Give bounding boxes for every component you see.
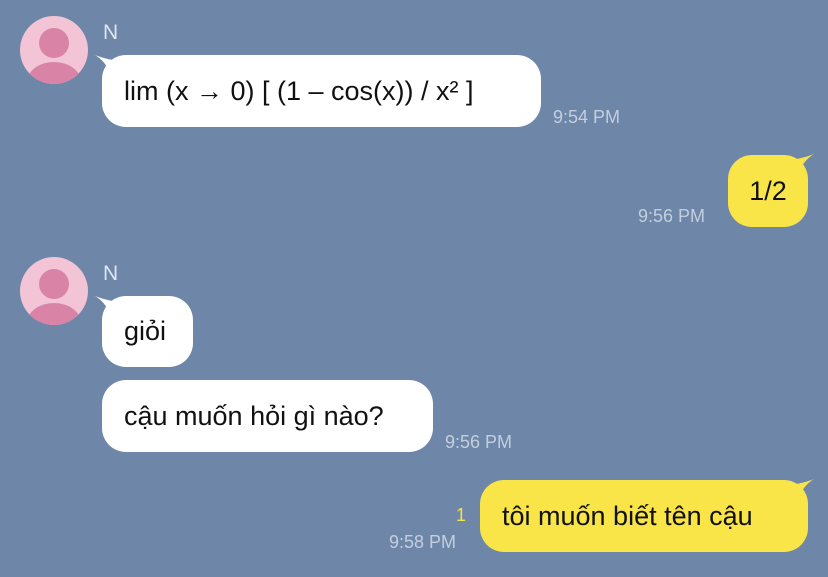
message-timestamp: 9:56 PM xyxy=(445,432,513,452)
sender-name: N xyxy=(103,21,119,44)
sender-avatar[interactable] xyxy=(20,16,88,84)
message-timestamp: 9:54 PM xyxy=(553,107,621,127)
message-text: cậu muốn hỏi gì nào? xyxy=(124,400,384,431)
sender-name: N xyxy=(103,262,119,285)
user-avatar-icon xyxy=(27,269,81,325)
message-bubble[interactable]: cậu muốn hỏi gì nào? xyxy=(102,380,433,452)
message-timestamp: 9:58 PM xyxy=(389,532,457,552)
sender-avatar[interactable] xyxy=(20,257,88,325)
message-text: tôi muốn biết tên cậu xyxy=(502,500,753,531)
message-bubble[interactable]: tôi muốn biết tên cậu xyxy=(480,480,808,552)
message-bubble[interactable]: lim (x → 0) [ (1 – cos(x)) / x² ] xyxy=(102,55,541,127)
message-text: 1/2 xyxy=(749,175,787,206)
message-bubble[interactable]: giỏi xyxy=(102,296,193,367)
user-avatar-icon xyxy=(27,28,81,84)
message-timestamp: 9:56 PM xyxy=(638,206,706,226)
unread-count: 1 xyxy=(456,505,467,525)
message-text: giỏi xyxy=(124,316,167,346)
message-bubble[interactable]: 1/2 xyxy=(728,155,808,227)
message-text: lim (x → 0) [ (1 – cos(x)) / x² ] xyxy=(124,75,474,106)
